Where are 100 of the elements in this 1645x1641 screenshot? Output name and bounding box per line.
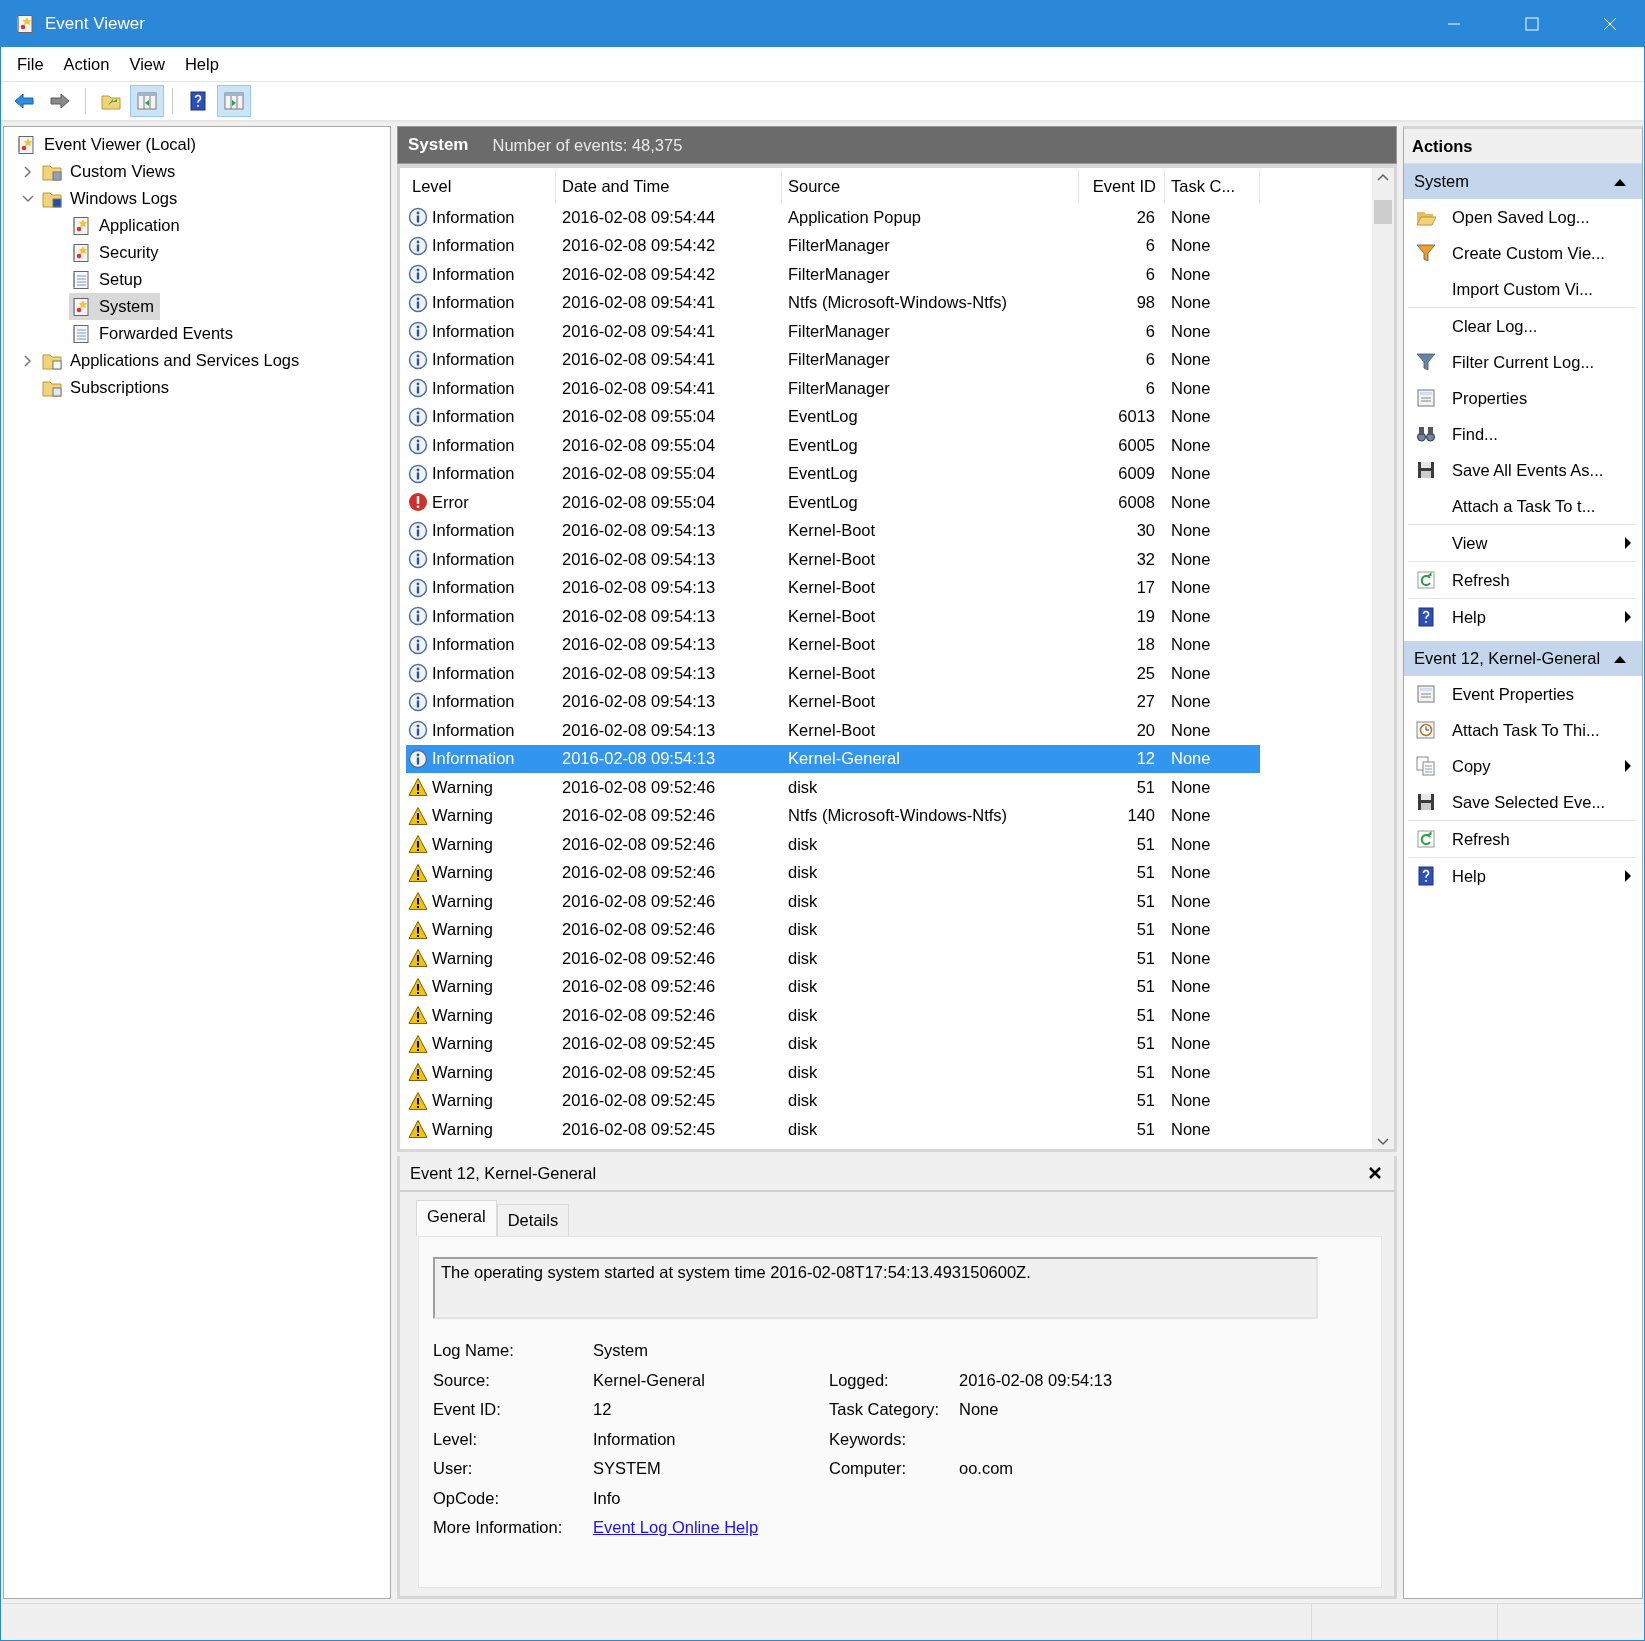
table-row[interactable]: Information 2016-02-08 09:54:13 Kernel-Boot 32 None — [406, 545, 1260, 574]
menu-item[interactable]: File — [7, 50, 54, 78]
event-count: Number of events: 48,375 — [492, 135, 683, 155]
table-cell-text: 6 — [1144, 264, 1156, 284]
table-cell-text: None — [1170, 863, 1212, 883]
command-item[interactable]: Filter Current Log... — [1408, 344, 1636, 380]
chevron-icon[interactable] — [22, 354, 34, 367]
table-row[interactable]: Information 2016-02-08 09:54:42 FilterManager 6 None — [406, 231, 1260, 260]
command-item[interactable]: Attach Task To Thi... — [1408, 712, 1636, 748]
table-row[interactable]: Error 2016-02-08 09:55:04 EventLog 6008 None — [406, 488, 1260, 517]
section-header[interactable]: System — [1404, 164, 1642, 199]
table-cell-text: 51 — [1135, 863, 1156, 883]
chevron-icon[interactable] — [22, 192, 34, 205]
tree-item[interactable]: Applications and Services Logs — [40, 347, 306, 374]
info-icon — [408, 748, 428, 769]
table-row[interactable]: Information 2016-02-08 09:54:13 Kernel-Boot 19 None — [406, 602, 1260, 631]
close-icon[interactable] — [1368, 1166, 1382, 1180]
command-item[interactable]: Help — [1408, 599, 1636, 635]
table-cell-text: 140 — [1126, 806, 1156, 826]
tree-item[interactable]: Event Viewer (Local) — [14, 131, 202, 158]
chevron-icon[interactable] — [22, 165, 34, 178]
table-row[interactable]: Information 2016-02-08 09:54:41 FilterManager 6 None — [406, 374, 1260, 403]
column-header[interactable]: Event ID — [1079, 170, 1165, 203]
info-icon — [408, 435, 428, 456]
table-row[interactable]: Warning 2016-02-08 09:52:45 disk 51 None — [406, 1058, 1260, 1087]
tab[interactable]: Details — [496, 1204, 570, 1236]
table-row[interactable]: Information 2016-02-08 09:54:42 FilterManager 6 None — [406, 260, 1260, 289]
command-item[interactable]: Refresh — [1408, 562, 1636, 598]
section-header[interactable]: Event 12, Kernel-General — [1404, 641, 1642, 676]
command-item[interactable]: View — [1408, 525, 1636, 561]
column-header[interactable]: Task C... — [1165, 170, 1260, 203]
table-row[interactable]: Information 2016-02-08 09:54:13 Kernel-Boot 20 None — [406, 716, 1260, 745]
table-row[interactable]: Warning 2016-02-08 09:52:46 disk 51 None — [406, 1001, 1260, 1030]
command-item[interactable]: Properties — [1408, 380, 1636, 416]
tree-item[interactable]: Subscriptions — [40, 374, 176, 401]
table-row[interactable]: Warning 2016-02-08 09:52:46 disk 51 None — [406, 887, 1260, 916]
command-item[interactable]: Clear Log... — [1408, 308, 1636, 344]
command-item[interactable]: Open Saved Log... — [1408, 199, 1636, 235]
tree-item[interactable]: Application — [69, 212, 186, 239]
table-row[interactable]: Warning 2016-02-08 09:52:46 disk 51 None — [406, 830, 1260, 859]
command-item[interactable]: Refresh — [1408, 821, 1636, 857]
tree-item[interactable]: Setup — [69, 266, 149, 293]
table-row[interactable]: Information 2016-02-08 09:54:13 Kernel-Boot 18 None — [406, 630, 1260, 659]
command-item[interactable]: Save Selected Eve... — [1408, 784, 1636, 820]
field-label: Keywords: — [829, 1429, 908, 1449]
table-row[interactable]: Warning 2016-02-08 09:52:46 disk 51 None — [406, 944, 1260, 973]
tab[interactable]: General — [416, 1200, 497, 1236]
tree-item[interactable]: System — [69, 293, 160, 320]
tree-item[interactable]: Custom Views — [40, 158, 182, 185]
column-header[interactable]: Level — [406, 170, 556, 203]
table-row[interactable]: Information 2016-02-08 09:54:41 FilterManager 6 None — [406, 345, 1260, 374]
tree-item[interactable]: Security — [69, 239, 165, 266]
table-row[interactable]: Warning 2016-02-08 09:52:45 disk 51 None — [406, 1086, 1260, 1115]
collapse-icon[interactable] — [1614, 654, 1626, 663]
info-icon — [408, 349, 428, 370]
table-row[interactable]: Information 2016-02-08 09:55:04 EventLog 6005 None — [406, 431, 1260, 460]
table-row[interactable]: Warning 2016-02-08 09:52:46 disk 51 None — [406, 915, 1260, 944]
table-cell-text: Kernel-Boot — [787, 521, 877, 541]
table-row[interactable]: Warning 2016-02-08 09:52:46 disk 51 None — [406, 972, 1260, 1001]
command-item[interactable]: Save All Events As... — [1408, 452, 1636, 488]
scrollbar-thumb[interactable] — [1374, 200, 1392, 224]
table-cell-text: 2016-02-08 09:55:04 — [561, 435, 717, 455]
table-cell-text: None — [1170, 606, 1212, 626]
table-row[interactable]: Information 2016-02-08 09:54:41 Ntfs (Microsoft-Windows-Ntfs) 98 None — [406, 288, 1260, 317]
table-row[interactable]: Warning 2016-02-08 09:52:46 Ntfs (Microsoft-Windows-Ntfs) 140 None — [406, 801, 1260, 830]
command-item[interactable]: Help — [1408, 858, 1636, 894]
table-row[interactable]: Information 2016-02-08 09:54:13 Kernel-Boot 30 None — [406, 516, 1260, 545]
table-row[interactable]: Warning 2016-02-08 09:52:45 disk 51 None — [406, 1115, 1260, 1144]
table-row[interactable]: Information 2016-02-08 09:55:04 EventLog 6013 None — [406, 402, 1260, 431]
table-cell-text: None — [1170, 350, 1212, 370]
command-item[interactable]: Copy — [1408, 748, 1636, 784]
table-row[interactable]: Information 2016-02-08 09:54:13 Kernel-Boot 25 None — [406, 659, 1260, 688]
command-item[interactable]: Import Custom Vi... — [1408, 271, 1636, 307]
table-cell-text: disk — [787, 777, 819, 797]
info-icon — [408, 606, 428, 627]
table-row[interactable]: Warning 2016-02-08 09:52:46 disk 51 None — [406, 773, 1260, 802]
command-item[interactable]: Create Custom Vie... — [1408, 235, 1636, 271]
tree-item[interactable]: Windows Logs — [40, 185, 184, 212]
table-cell-text: 2016-02-08 09:52:45 — [561, 1034, 717, 1054]
scrollbar[interactable] — [1372, 168, 1394, 1149]
table-row[interactable]: Information 2016-02-08 09:54:13 Kernel-Boot 27 None — [406, 687, 1260, 716]
table-row[interactable]: Information 2016-02-08 09:54:44 Application Popup 26 None — [406, 203, 1260, 232]
log-book-icon — [15, 14, 35, 34]
help-link[interactable]: Event Log Online Help — [593, 1518, 759, 1536]
command-item[interactable]: Attach a Task To t... — [1408, 488, 1636, 524]
table-row[interactable]: Warning 2016-02-08 09:52:45 disk 51 None — [406, 1029, 1260, 1058]
column-header[interactable]: Source — [782, 170, 1079, 203]
collapse-icon[interactable] — [1614, 177, 1626, 186]
command-item[interactable]: Event Properties — [1408, 676, 1636, 712]
table-row[interactable]: Information 2016-02-08 09:54:41 FilterManager 6 None — [406, 317, 1260, 346]
table-cell: Warning — [432, 948, 493, 968]
command-item[interactable]: Find... — [1408, 416, 1636, 452]
column-header[interactable]: Date and Time — [556, 170, 782, 203]
table-row[interactable]: Information 2016-02-08 09:55:04 EventLog 6009 None — [406, 459, 1260, 488]
table-row[interactable]: Information 2016-02-08 09:54:13 Kernel-Boot 17 None — [406, 573, 1260, 602]
menu-item[interactable]: View — [119, 50, 175, 78]
table-row[interactable]: Warning 2016-02-08 09:52:46 disk 51 None — [406, 858, 1260, 887]
menu-item[interactable]: Action — [53, 50, 120, 78]
menu-item[interactable]: Help — [174, 50, 229, 78]
tree-item[interactable]: Forwarded Events — [69, 320, 239, 347]
